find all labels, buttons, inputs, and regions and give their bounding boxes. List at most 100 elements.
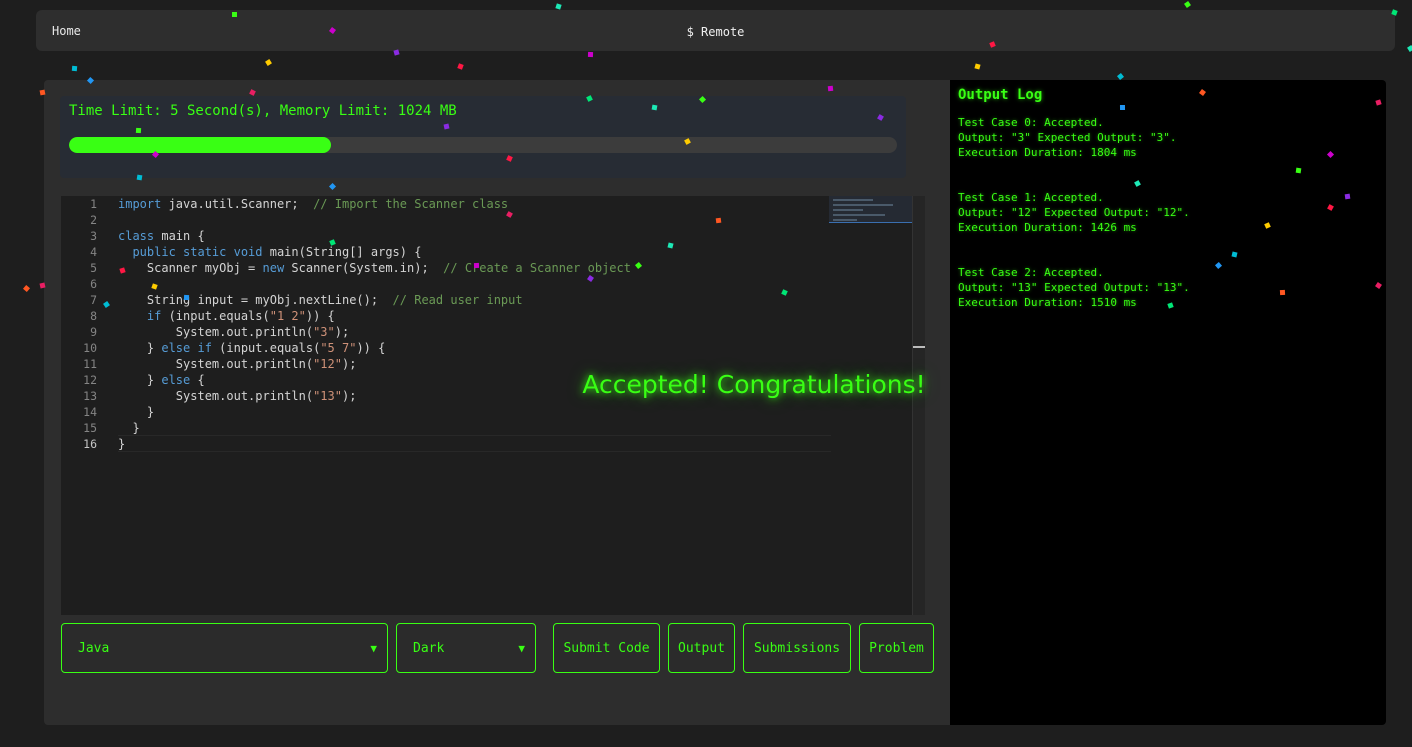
brand-title: $ Remote <box>686 25 745 39</box>
line-number: 4 <box>90 245 97 259</box>
confetti-piece <box>71 65 78 72</box>
time-progress-fill <box>69 137 331 153</box>
confetti-piece <box>39 89 46 96</box>
code-token: main { <box>154 229 205 243</box>
line-number: 14 <box>83 405 97 419</box>
code-token: new <box>262 261 285 275</box>
confetti-piece <box>1184 1 1191 8</box>
log-status: Test Case 2: Accepted. <box>958 266 1104 279</box>
confetti-piece <box>651 104 658 111</box>
code-editor[interactable]: 1 2 3 4 5 6 7 8 9 10 11 12 13 14 15 16 import java.util… <box>61 196 925 615</box>
confetti-piece <box>443 123 450 130</box>
code-token: } <box>118 373 162 387</box>
top-nav-bar: Home $ Remote <box>36 10 1395 51</box>
code-token: ); <box>341 389 357 403</box>
code-line[interactable]: System.out.println("3"); <box>118 324 831 340</box>
code-token: "1 2" <box>269 309 306 323</box>
confetti-piece <box>1344 193 1351 200</box>
code-line[interactable]: } <box>118 420 831 436</box>
code-token: )) { <box>356 341 386 355</box>
code-token: java.util.Scanner; <box>161 197 314 211</box>
scrollbar-thumb[interactable] <box>913 346 925 348</box>
code-line[interactable]: } else if (input.equals("5 7")) { <box>118 340 831 356</box>
confetti-piece <box>1119 104 1126 111</box>
code-line[interactable]: public static void main(String[] args) { <box>118 244 831 260</box>
code-token: } <box>118 341 162 355</box>
code-line[interactable]: import java.util.Scanner; // Import the … <box>118 196 831 212</box>
code-line[interactable] <box>118 276 831 292</box>
confetti-piece <box>457 63 464 70</box>
confetti-piece <box>232 12 237 17</box>
log-detail: Output: "12" Expected Output: "12". <box>958 206 1190 219</box>
log-entry: Test Case 1: Accepted. Output: "12" Expe… <box>958 190 1190 235</box>
log-entry: Test Case 2: Accepted. Output: "13" Expe… <box>958 265 1190 310</box>
log-duration: Execution Duration: 1426 ms <box>958 221 1137 234</box>
output-log-panel: Output Log Test Case 0: Accepted. Output… <box>950 80 1386 725</box>
confetti-piece <box>974 63 981 70</box>
code-token: // Read user input <box>392 293 523 307</box>
output-button[interactable]: Output <box>668 623 735 673</box>
time-progress-bar <box>69 137 897 153</box>
code-token: } <box>118 421 140 435</box>
code-token: { <box>190 373 205 387</box>
line-number: 2 <box>90 213 97 227</box>
submissions-button[interactable]: Submissions <box>743 623 851 673</box>
line-number: 11 <box>83 357 97 371</box>
line-number: 12 <box>83 373 97 387</box>
log-detail: Output: "13" Expected Output: "13". <box>958 281 1190 294</box>
accepted-banner: Accepted! Congratulations! <box>582 370 926 399</box>
theme-value: Dark <box>413 640 445 656</box>
submit-code-button[interactable]: Submit Code <box>553 623 660 673</box>
code-token: public static void <box>132 245 263 259</box>
line-number: 3 <box>90 229 97 243</box>
confetti-piece <box>827 85 834 92</box>
code-token: System.out.println( <box>118 389 314 403</box>
confetti-piece <box>136 174 143 181</box>
code-token: else if <box>161 341 212 355</box>
editor-scrollbar[interactable] <box>912 196 925 615</box>
log-entry: Test Case 0: Accepted. Output: "3" Expec… <box>958 115 1177 160</box>
code-line[interactable] <box>118 212 831 228</box>
confetti-piece <box>1407 45 1412 52</box>
line-number: 16 <box>83 437 97 451</box>
confetti-piece <box>555 3 562 10</box>
log-detail: Output: "3" Expected Output: "3". <box>958 131 1177 144</box>
code-token: if <box>146 309 162 323</box>
limits-box: Time Limit: 5 Second(s), Memory Limit: 1… <box>60 96 906 178</box>
code-token: String input = myObj.nextLine(); <box>118 293 393 307</box>
line-number: 8 <box>90 309 97 323</box>
code-line[interactable]: String input = myObj.nextLine(); // Read… <box>118 292 831 308</box>
confetti-piece <box>715 217 722 224</box>
code-token: } <box>118 405 155 419</box>
editor-panel: Time Limit: 5 Second(s), Memory Limit: 1… <box>44 80 950 725</box>
line-number: 9 <box>90 325 97 339</box>
code-token: else <box>161 373 191 387</box>
confetti-piece <box>22 284 31 293</box>
code-line[interactable]: } <box>118 404 831 420</box>
confetti-piece <box>135 127 142 134</box>
code-token: import <box>118 197 162 211</box>
code-token: class <box>118 229 155 243</box>
code-minimap[interactable] <box>829 196 913 223</box>
chevron-down-icon: ▼ <box>518 642 525 655</box>
output-log-title: Output Log <box>958 87 1043 103</box>
problem-button[interactable]: Problem <box>859 623 934 673</box>
confetti-piece <box>265 59 272 66</box>
log-status: Test Case 0: Accepted. <box>958 116 1104 129</box>
code-line[interactable]: if (input.equals("1 2")) { <box>118 308 831 324</box>
code-token: "12" <box>313 357 342 371</box>
line-number: 13 <box>83 389 97 403</box>
language-select[interactable]: Java ▼ <box>61 623 388 673</box>
code-line[interactable]: } <box>118 436 831 452</box>
language-value: Java <box>78 640 110 656</box>
code-token: // Create a Scanner object <box>443 261 631 275</box>
line-number: 10 <box>83 341 97 355</box>
confetti-piece <box>183 294 190 301</box>
code-token: } <box>118 437 126 451</box>
confetti-piece <box>587 51 594 58</box>
code-line[interactable]: class main { <box>118 228 831 244</box>
code-area[interactable]: import java.util.Scanner; // Import the … <box>118 196 831 452</box>
theme-select[interactable]: Dark ▼ <box>396 623 536 673</box>
